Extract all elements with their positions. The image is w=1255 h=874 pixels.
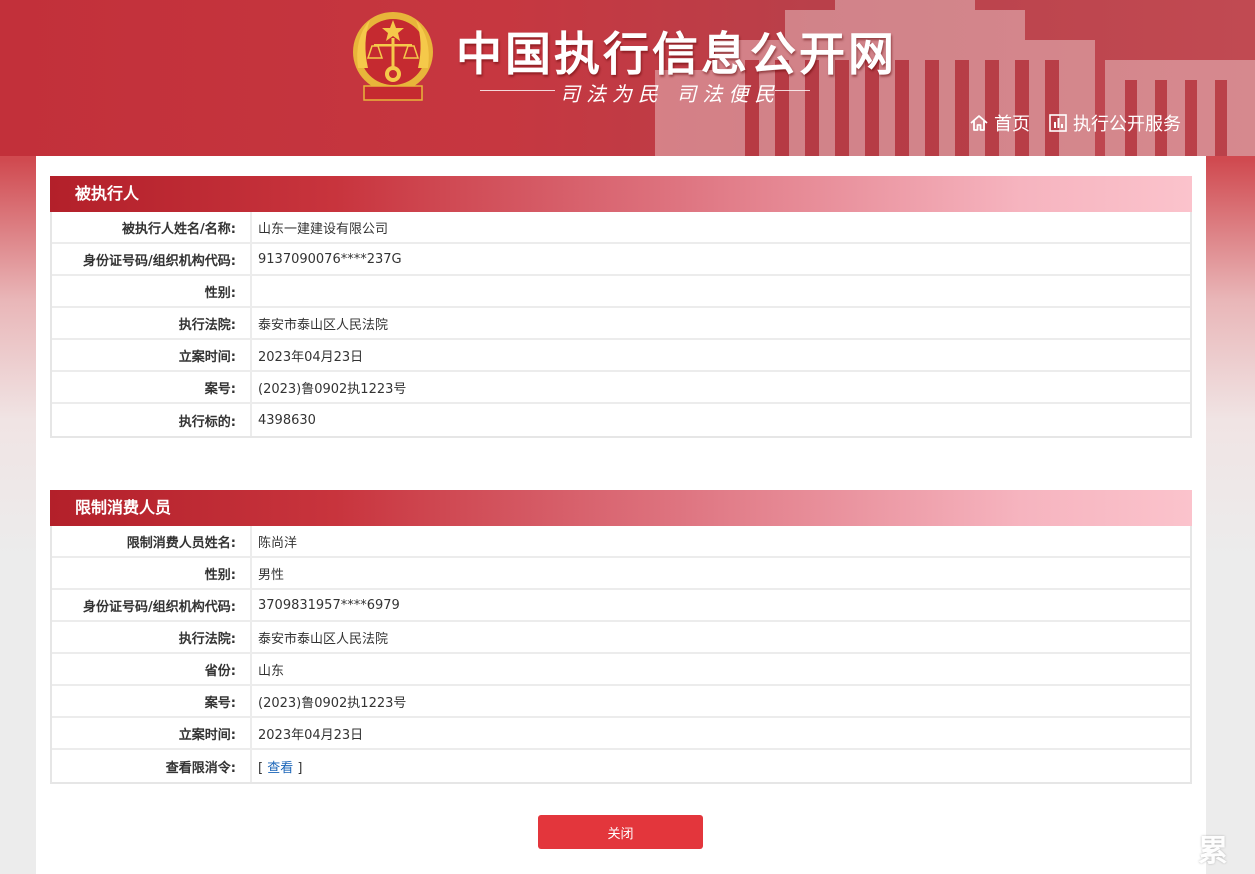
field-value: (2023)鲁0902执1223号 — [252, 686, 1190, 718]
field-value: 3709831957****6979 — [252, 590, 1190, 622]
field-value: 山东 — [252, 654, 1190, 686]
field-label: 性别: — [52, 558, 252, 590]
table-row: 性别: 男性 — [52, 558, 1190, 590]
consumption-restricted-section: 限制消费人员 限制消费人员姓名: 陈尚洋 性别: 男性 身份证号码/组织机构代码… — [50, 490, 1192, 784]
field-label: 立案时间: — [52, 718, 252, 750]
field-label: 省份: — [52, 654, 252, 686]
table-row: 被执行人姓名/名称: 山东一建建设有限公司 — [52, 212, 1190, 244]
bracket-open: [ — [258, 760, 268, 776]
field-value: [ 查看 ] — [252, 750, 1190, 782]
close-button[interactable]: 关闭 — [538, 815, 703, 849]
table-row: 案号: (2023)鲁0902执1223号 — [52, 686, 1190, 718]
nav-enforcement-service-label: 执行公开服务 — [1073, 114, 1181, 135]
table-row: 执行法院: 泰安市泰山区人民法院 — [52, 308, 1190, 340]
field-label: 身份证号码/组织机构代码: — [52, 244, 252, 276]
site-title: 中国执行信息公开网 — [456, 27, 897, 81]
field-value: 泰安市泰山区人民法院 — [252, 622, 1190, 654]
judgment-debtor-section: 被执行人 被执行人姓名/名称: 山东一建建设有限公司 身份证号码/组织机构代码:… — [50, 176, 1192, 438]
field-value: 9137090076****237G — [252, 244, 1190, 276]
judgment-debtor-table: 被执行人姓名/名称: 山东一建建设有限公司 身份证号码/组织机构代码: 9137… — [50, 212, 1192, 438]
field-label: 身份证号码/组织机构代码: — [52, 590, 252, 622]
top-nav: 首页 执行公开服务 — [969, 110, 1181, 136]
field-label: 案号: — [52, 372, 252, 404]
field-value: 泰安市泰山区人民法院 — [252, 308, 1190, 340]
field-value: 2023年04月23日 — [252, 340, 1190, 372]
table-row: 执行标的: 4398630 — [52, 404, 1190, 436]
bracket-close: ] — [293, 760, 303, 776]
table-row: 身份证号码/组织机构代码: 3709831957****6979 — [52, 590, 1190, 622]
court-emblem-icon — [353, 12, 433, 101]
slogan-text: 司法为民 司法便民 — [560, 82, 781, 106]
field-label: 性别: — [52, 276, 252, 308]
table-row: 身份证号码/组织机构代码: 9137090076****237G — [52, 244, 1190, 276]
field-value: 2023年04月23日 — [252, 718, 1190, 750]
table-row: 立案时间: 2023年04月23日 — [52, 718, 1190, 750]
field-value: 4398630 — [258, 412, 316, 428]
field-label: 执行标的: — [52, 404, 252, 436]
bar-chart-icon — [1049, 114, 1067, 132]
home-icon — [970, 115, 988, 131]
field-label: 被执行人姓名/名称: — [52, 212, 252, 244]
field-label: 立案时间: — [52, 340, 252, 372]
table-row: 查看限消令: [ 查看 ] — [52, 750, 1190, 782]
nav-enforcement-service-link[interactable]: 执行公开服务 — [1048, 110, 1181, 136]
nav-home-label: 首页 — [994, 114, 1030, 135]
table-row: 案号: (2023)鲁0902执1223号 — [52, 372, 1190, 404]
table-row: 执行法院: 泰安市泰山区人民法院 — [52, 622, 1190, 654]
section-title: 被执行人 — [50, 176, 1192, 212]
section-title: 限制消费人员 — [50, 490, 1192, 526]
field-label: 执行法院: — [52, 308, 252, 340]
field-value: 男性 — [252, 558, 1190, 590]
watermark-text: 累 — [1198, 834, 1228, 869]
detail-panel: 被执行人 被执行人姓名/名称: 山东一建建设有限公司 身份证号码/组织机构代码:… — [36, 156, 1206, 874]
site-header: 中国执行信息公开网 司法为民 司法便民 首页 执行公开服务 — [0, 0, 1255, 156]
consumption-restricted-table: 限制消费人员姓名: 陈尚洋 性别: 男性 身份证号码/组织机构代码: 37098… — [50, 526, 1192, 784]
field-label: 查看限消令: — [52, 750, 252, 782]
field-label: 案号: — [52, 686, 252, 718]
field-label: 执行法院: — [52, 622, 252, 654]
field-value: 山东一建建设有限公司 — [252, 212, 1190, 244]
field-label: 限制消费人员姓名: — [52, 526, 252, 558]
field-value: 陈尚洋 — [252, 526, 1190, 558]
field-value — [252, 276, 1190, 308]
table-row: 限制消费人员姓名: 陈尚洋 — [52, 526, 1190, 558]
field-value: (2023)鲁0902执1223号 — [252, 372, 1190, 404]
site-slogan: 司法为民 司法便民 — [480, 78, 810, 106]
view-restriction-order-link[interactable]: 查看 — [267, 761, 293, 776]
table-row: 省份: 山东 — [52, 654, 1190, 686]
table-row: 立案时间: 2023年04月23日 — [52, 340, 1190, 372]
table-row: 性别: — [52, 276, 1190, 308]
nav-home-link[interactable]: 首页 — [969, 110, 1030, 136]
